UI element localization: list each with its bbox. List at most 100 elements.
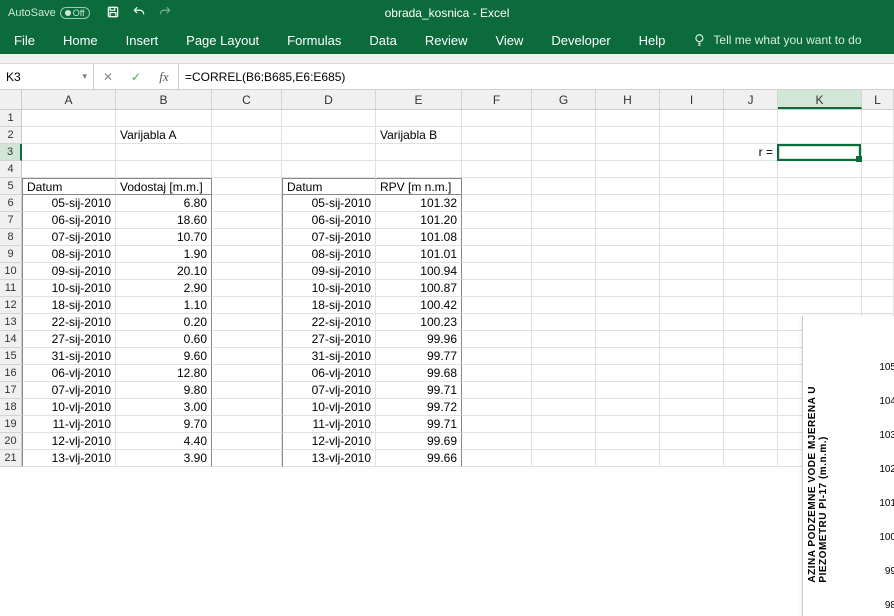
cell[interactable]: 99.71	[376, 382, 462, 399]
cell[interactable]: 100.42	[376, 297, 462, 314]
row-header[interactable]: 15	[0, 348, 22, 365]
cell[interactable]: 18-sij-2010	[282, 297, 376, 314]
col-header-C[interactable]: C	[212, 90, 282, 109]
col-header-E[interactable]: E	[376, 90, 462, 109]
fill-handle[interactable]	[856, 156, 862, 162]
cell[interactable]: 07-sij-2010	[22, 229, 116, 246]
row-header[interactable]: 21	[0, 450, 22, 467]
cell[interactable]: 18-sij-2010	[22, 297, 116, 314]
col-header-H[interactable]: H	[596, 90, 660, 109]
cell[interactable]: 99.72	[376, 399, 462, 416]
cell[interactable]: 3.00	[116, 399, 212, 416]
cell[interactable]: 22-sij-2010	[282, 314, 376, 331]
cell[interactable]: 99.66	[376, 450, 462, 467]
col-header-B[interactable]: B	[116, 90, 212, 109]
col-header-G[interactable]: G	[532, 90, 596, 109]
cell[interactable]: 99.96	[376, 331, 462, 348]
col-header-A[interactable]: A	[22, 90, 116, 109]
row-header[interactable]: 18	[0, 399, 22, 416]
tell-me-search[interactable]: Tell me what you want to do	[693, 33, 861, 47]
row-header[interactable]: 7	[0, 212, 22, 229]
cell[interactable]: 1.90	[116, 246, 212, 263]
row-header[interactable]: 11	[0, 280, 22, 297]
cell[interactable]: 99.77	[376, 348, 462, 365]
cell[interactable]: 13-vlj-2010	[282, 450, 376, 467]
cell-E2[interactable]: Varijabla B	[376, 127, 462, 144]
row-header[interactable]: 2	[0, 127, 22, 144]
tab-insert[interactable]: Insert	[126, 33, 159, 48]
cell[interactable]: 0.60	[116, 331, 212, 348]
col-header-D[interactable]: D	[282, 90, 376, 109]
cell[interactable]: 09-sij-2010	[22, 263, 116, 280]
tab-developer[interactable]: Developer	[551, 33, 610, 48]
tab-file[interactable]: File	[14, 33, 35, 48]
formula-input[interactable]: =CORREL(B6:B685,E6:E685)	[179, 64, 894, 89]
row-header[interactable]: 8	[0, 229, 22, 246]
cell[interactable]: 07-vlj-2010	[282, 382, 376, 399]
row-header[interactable]: 5	[0, 178, 22, 195]
row-header[interactable]: 20	[0, 433, 22, 450]
select-all-corner[interactable]	[0, 90, 22, 109]
cell-E5[interactable]: RPV [m n.m.]	[376, 178, 462, 195]
cell[interactable]: 11-vlj-2010	[282, 416, 376, 433]
row-header[interactable]: 9	[0, 246, 22, 263]
cell[interactable]: 10-sij-2010	[282, 280, 376, 297]
cell[interactable]: 10-sij-2010	[22, 280, 116, 297]
embedded-chart[interactable]: AZINA PODZEMNE VODE MJERENA U PIEZOMETRU…	[802, 316, 894, 616]
cell[interactable]: 20.10	[116, 263, 212, 280]
cell[interactable]: 09-sij-2010	[282, 263, 376, 280]
cell[interactable]: 4.40	[116, 433, 212, 450]
cell[interactable]: 99.68	[376, 365, 462, 382]
cell[interactable]: 101.20	[376, 212, 462, 229]
row-header[interactable]: 17	[0, 382, 22, 399]
cell-A5[interactable]: Datum	[22, 178, 116, 195]
cell[interactable]: 100.94	[376, 263, 462, 280]
cell[interactable]: 12-vlj-2010	[22, 433, 116, 450]
tab-view[interactable]: View	[495, 33, 523, 48]
cell[interactable]: 06-sij-2010	[282, 212, 376, 229]
cell[interactable]: 10-vlj-2010	[22, 399, 116, 416]
cell[interactable]: 6.80	[116, 195, 212, 212]
cell[interactable]: 31-sij-2010	[282, 348, 376, 365]
col-header-J[interactable]: J	[724, 90, 778, 109]
cell[interactable]: 27-sij-2010	[22, 331, 116, 348]
row-header[interactable]: 3	[0, 144, 22, 161]
cell[interactable]: 27-sij-2010	[282, 331, 376, 348]
autosave-toggle[interactable]: AutoSave Off	[0, 7, 98, 19]
cell[interactable]: 3.90	[116, 450, 212, 467]
tab-help[interactable]: Help	[639, 33, 666, 48]
cell[interactable]: 08-sij-2010	[22, 246, 116, 263]
col-header-L[interactable]: L	[862, 90, 894, 109]
cell[interactable]: 22-sij-2010	[22, 314, 116, 331]
cell[interactable]: 07-vlj-2010	[22, 382, 116, 399]
row-header[interactable]: 16	[0, 365, 22, 382]
cell[interactable]: 12.80	[116, 365, 212, 382]
insert-function-icon[interactable]: fx	[150, 69, 178, 85]
cell[interactable]: 2.90	[116, 280, 212, 297]
row-header[interactable]: 6	[0, 195, 22, 212]
tab-formulas[interactable]: Formulas	[287, 33, 341, 48]
row-header[interactable]: 13	[0, 314, 22, 331]
cell[interactable]: 99.71	[376, 416, 462, 433]
cell-B5[interactable]: Vodostaj [m.m.]	[116, 178, 212, 195]
cell[interactable]: 06-vlj-2010	[22, 365, 116, 382]
cell-D5[interactable]: Datum	[282, 178, 376, 195]
cell[interactable]: 101.01	[376, 246, 462, 263]
cell[interactable]: 13-vlj-2010	[22, 450, 116, 467]
save-icon[interactable]	[106, 5, 120, 22]
chevron-down-icon[interactable]: ▾	[82, 71, 87, 82]
cell-J3[interactable]: r =	[724, 144, 778, 161]
tab-review[interactable]: Review	[425, 33, 468, 48]
row-header[interactable]: 4	[0, 161, 22, 178]
cell[interactable]: 9.70	[116, 416, 212, 433]
spreadsheet-grid[interactable]: 1 2 Varijabla A Varijabla B 3 r = -0.005…	[0, 110, 894, 467]
row-header[interactable]: 1	[0, 110, 22, 127]
cell[interactable]: 9.60	[116, 348, 212, 365]
enter-formula-icon[interactable]: ✓	[122, 70, 150, 84]
cell[interactable]: 101.08	[376, 229, 462, 246]
cell[interactable]: 08-sij-2010	[282, 246, 376, 263]
row-header[interactable]: 10	[0, 263, 22, 280]
col-header-F[interactable]: F	[462, 90, 532, 109]
cell[interactable]: 99.69	[376, 433, 462, 450]
name-box[interactable]: K3 ▾	[0, 64, 94, 89]
